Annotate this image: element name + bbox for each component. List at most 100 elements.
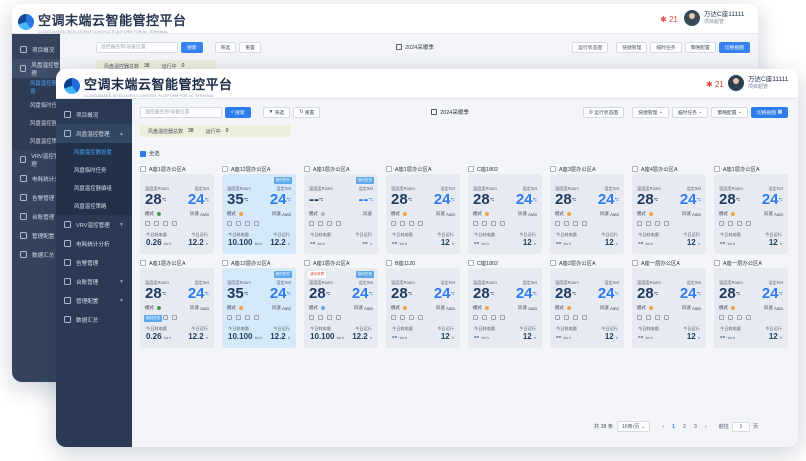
thermostat-card-item[interactable]: A座一层办公区A 温度度Room 设定Set 28℃ 24℃ 模式 风速 Auto 今日耗电量… <box>632 257 706 351</box>
card-checkbox[interactable] <box>632 259 638 266</box>
sidebar-item-ledger[interactable]: 台账管理 ▼ <box>56 272 132 291</box>
thermostat-card-item[interactable]: A座2层办公区A 温度度Room 设定Set 28℃ 24℃ 模式 风速 Auto 今日耗电量… <box>550 257 624 351</box>
set-temp[interactable]: 24 <box>270 191 287 208</box>
thermostat-card[interactable]: 通讯故障 临时任务 温度度Room 设定Set 28℃ 24℃ 模式 风速 Auto 今日耗电量… <box>304 268 378 348</box>
thermostat-card[interactable]: 温度度Room 设定Set 28℃ 24℃ 模式 风速 Auto 今日耗电量 今日运行 -- k… <box>632 174 706 254</box>
thermostat-card[interactable]: 温度度Room 设定Set 28℃ 24℃ 模式 风速 Auto 今日耗电量 今日运行 -- k… <box>714 174 788 254</box>
sidebar-item-vrv[interactable]: VRV温控管理 ▼ <box>56 215 132 234</box>
thermostat-card-item[interactable]: A座1层办公区A 温度度Room 设定Set 28℃ 24℃ 模式 风速 Auto 今日耗电量… <box>140 163 214 257</box>
back-sidebar-item[interactable]: 台账管理 <box>12 207 60 226</box>
card-checkbox[interactable] <box>386 165 392 172</box>
search-input[interactable]: 温控器名称/设备位置 <box>140 106 222 118</box>
set-temp[interactable]: 24 <box>598 191 615 208</box>
thermostat-card[interactable]: 温度度Room 设定Set 28℃ 24℃ 模式 风速 Auto 今日耗电量 今日运行 -- k… <box>386 268 460 348</box>
sidebar-subitem-temp-task[interactable]: 风盘临时任务 <box>56 161 132 179</box>
thermostat-card-item[interactable]: A座1层办公区A 临时任务 温度度Room 设定Set 28℃ 24℃ 模式 风速 Auto 今… <box>140 257 214 351</box>
back-sidebar-item[interactable]: 数据汇总 <box>12 245 60 264</box>
back-season[interactable]: 2024采暖季 <box>396 43 434 51</box>
filter-button[interactable]: ▼ 筛选 <box>262 106 291 118</box>
card-checkbox[interactable] <box>714 165 720 172</box>
set-temp[interactable]: 24 <box>516 191 533 208</box>
back-sidebar-item[interactable]: 告警管理 <box>12 188 60 207</box>
thermostat-card[interactable]: 温度度Room 设定Set 28℃ 24℃ 模式 风速 Auto 今日耗电量 今日运行 -- k… <box>550 268 624 348</box>
back-subitem[interactable]: 风盘温控器设 <box>12 78 60 96</box>
thermostat-card-item[interactable]: A座1层办公区A 临时任务 温度度Room 设定Set --℃ --℃ 模式 风速 今日耗电量… <box>304 163 378 257</box>
set-temp[interactable]: 24 <box>270 285 287 302</box>
page-1[interactable]: 1 <box>672 424 675 430</box>
sidebar-item-config[interactable]: 管理配置 ▼ <box>56 291 132 310</box>
thermostat-card-item[interactable]: A座4层办公区A 温度度Room 设定Set 28℃ 24℃ 模式 风速 Auto 今日耗电量… <box>632 163 706 257</box>
page-3[interactable]: 3 <box>694 424 697 430</box>
season-selector[interactable]: 2024采暖季 <box>431 108 469 116</box>
back-search-input[interactable]: 温控器名称/设备位置 <box>96 41 178 53</box>
set-temp[interactable]: 24 <box>434 285 451 302</box>
back-temp-task[interactable]: 临时任务 <box>650 41 682 53</box>
thermostat-card[interactable]: 温度度Room 设定Set 28℃ 24℃ 模式 风速 Auto 今日耗电量 今日运行 -- k… <box>550 174 624 254</box>
goto-input[interactable]: 1 <box>731 421 750 432</box>
sidebar-subitem-strategy[interactable]: 风盘温控策略 <box>56 197 132 215</box>
thermostat-card[interactable]: 温度度Room 设定Set 28℃ 24℃ 模式 风速 Auto 今日耗电量 今日运行 -- k… <box>632 268 706 348</box>
card-checkbox[interactable] <box>222 259 228 266</box>
card-checkbox[interactable] <box>140 165 146 172</box>
thermostat-card-item[interactable]: C座1802 温度度Room 设定Set 28℃ 24℃ 模式 风速 Auto 今日耗电量 今日… <box>468 163 542 257</box>
set-temp[interactable]: 24 <box>352 285 369 302</box>
thermostat-card-item[interactable]: A座1层办公区A 温度度Room 设定Set 28℃ 24℃ 模式 风速 Auto 今日耗电量… <box>386 163 460 257</box>
back-sidebar-item-fan[interactable]: 风盘温控管理 <box>12 59 60 78</box>
select-all-checkbox[interactable] <box>140 150 146 157</box>
sidebar-subitem-thermostat-settings[interactable]: 风盘温控器设置 <box>56 143 132 161</box>
thermostat-card[interactable]: 温度度Room 设定Set 28℃ 24℃ 模式 风速 Auto 今日耗电量 今日运行 -- k… <box>386 174 460 254</box>
set-temp[interactable]: 24 <box>762 191 779 208</box>
back-subitem[interactable]: 风盘临时任 <box>12 96 60 114</box>
card-checkbox[interactable] <box>632 165 638 172</box>
set-temp[interactable]: 24 <box>762 285 779 302</box>
card-checkbox[interactable] <box>550 259 556 266</box>
back-alert[interactable]: ✱ 21 <box>660 15 678 24</box>
thermostat-card-item[interactable]: C座1802 温度度Room 设定Set 28℃ 24℃ 模式 风速 Auto 今日耗电量 今日… <box>468 257 542 351</box>
back-search-button[interactable]: 搜索 <box>181 41 203 53</box>
sidebar-item-overview[interactable]: 项目概况 <box>56 105 132 124</box>
thermostat-card[interactable]: 温度度Room 设定Set 28℃ 24℃ 模式 风速 Auto 今日耗电量 今日运行 -- k… <box>468 268 542 348</box>
card-checkbox[interactable] <box>304 165 310 172</box>
back-subitem[interactable]: 风盘温控策 <box>12 132 60 150</box>
thermostat-card[interactable]: 温度度Room 设定Set 28℃ 24℃ 模式 风速 Auto 今日耗电量 今日运行 -- k… <box>468 174 542 254</box>
page-2[interactable]: 2 <box>683 424 686 430</box>
back-sidebar-item-overview[interactable]: 项目概况 <box>12 40 60 59</box>
user-menu[interactable]: 万达C座11111 项目超管 <box>728 75 788 91</box>
card-checkbox[interactable] <box>468 165 474 172</box>
set-temp[interactable]: 24 <box>598 285 615 302</box>
next-page-button[interactable]: › <box>705 424 707 430</box>
set-temp[interactable]: -- <box>359 191 369 208</box>
reset-button[interactable]: ↻ 重置 <box>293 106 321 118</box>
set-temp[interactable]: 24 <box>680 191 697 208</box>
card-checkbox[interactable] <box>304 259 310 266</box>
set-temp[interactable]: 24 <box>188 285 205 302</box>
set-temp[interactable]: 24 <box>188 191 205 208</box>
thermostat-card[interactable]: 临时任务 温度度Room 设定Set 28℃ 24℃ 模式 风速 Auto 今日耗电量 今日运行… <box>140 268 214 348</box>
sidebar-item-power-stats[interactable]: 电耗统计分析 <box>56 234 132 253</box>
set-temp[interactable]: 24 <box>680 285 697 302</box>
search-button[interactable]: ⌕ 搜索 <box>225 106 251 118</box>
temp-task-dropdown[interactable]: 临时任务 ⌄ <box>671 106 709 118</box>
back-switch-view[interactable]: 切换视图 <box>718 41 750 53</box>
thermostat-card-item[interactable]: A座一层办公区A 温度度Room 设定Set 28℃ 24℃ 模式 风速 Auto 今日耗电量… <box>714 257 788 351</box>
back-run-status-button[interactable]: 运行状态图 <box>572 41 609 53</box>
set-temp[interactable]: 24 <box>516 285 533 302</box>
alert-indicator[interactable]: ✱ 21 <box>706 80 724 89</box>
thermostat-card-item[interactable]: A座12层办公区A 临时任务 温度度Room 设定Set 35℃ 24℃ 模式 风速 Auto… <box>222 163 296 257</box>
sidebar-item-alarms[interactable]: 告警管理 <box>56 253 132 272</box>
thermostat-card[interactable]: 临时任务 温度度Room 设定Set 35℃ 24℃ 模式 风速 Auto 今日耗电量 今日运行… <box>222 174 296 254</box>
prev-page-button[interactable]: ‹ <box>662 424 664 430</box>
sidebar-subitem-grouping[interactable]: 风盘温控器编组 <box>56 179 132 197</box>
sidebar-item-data-summary[interactable]: 数据汇总 <box>56 310 132 329</box>
back-strategy[interactable]: 策略配置 <box>684 41 716 53</box>
back-sidebar-item[interactable]: 电耗统计分 <box>12 169 60 188</box>
thermostat-card-item[interactable]: A座12层办公区A 临时任务 温度度Room 设定Set 35℃ 24℃ 模式 风速 Auto… <box>222 257 296 351</box>
page-size-select[interactable]: 16条/页 ⌄ <box>617 421 651 432</box>
strategy-dropdown[interactable]: 策略配置 ⌄ <box>711 106 748 118</box>
thermostat-card-item[interactable]: A座1层办公区A 通讯故障 临时任务 温度度Room 设定Set 28℃ 24℃ 模式 风速 A… <box>304 257 378 351</box>
back-reset-button[interactable]: 重置 <box>239 41 261 53</box>
thermostat-card-item[interactable]: B座1120 温度度Room 设定Set 28℃ 24℃ 模式 风速 Auto 今日耗电量 今日… <box>386 257 460 351</box>
back-filter-button[interactable]: 筛选 <box>214 41 237 53</box>
thermostat-card[interactable]: 温度度Room 设定Set 28℃ 24℃ 模式 风速 Auto 今日耗电量 今日运行 0.26… <box>140 174 214 254</box>
back-sidebar-item[interactable]: 管理配置 <box>12 226 60 245</box>
